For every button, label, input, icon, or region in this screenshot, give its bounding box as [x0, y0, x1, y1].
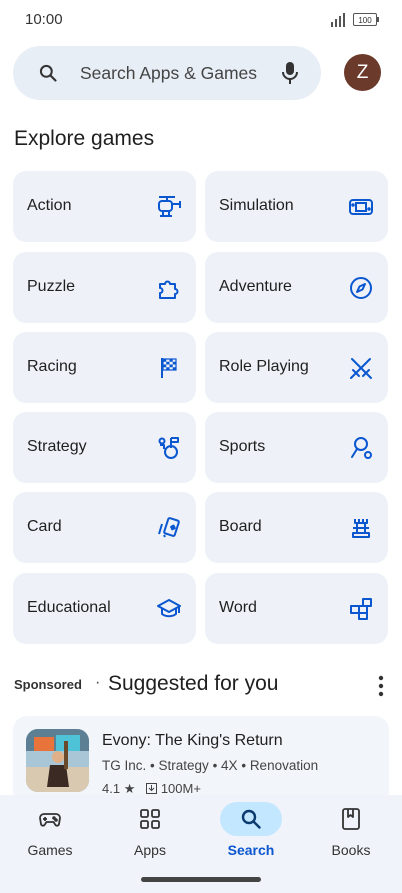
- download-icon: [146, 783, 158, 794]
- meta-separator: •: [150, 758, 159, 773]
- app-developer: TG Inc.: [102, 758, 147, 773]
- home-indicator[interactable]: [141, 877, 261, 882]
- category-tile-racing[interactable]: Racing: [13, 332, 196, 403]
- meta-separator: •: [241, 758, 250, 773]
- category-label: Strategy: [27, 438, 87, 455]
- helicopter-icon: [158, 196, 181, 217]
- signal-icon: [331, 13, 345, 27]
- puzzle-piece-icon: [159, 280, 179, 299]
- star-icon: ★: [123, 781, 136, 796]
- nav-item-books[interactable]: Books: [301, 795, 401, 875]
- sponsored-label: Sponsored: [14, 677, 82, 692]
- app-meta: TG Inc. • Strategy • 4X • Renovation: [102, 758, 318, 773]
- gamepad-console-icon: [349, 199, 373, 215]
- book-icon: [342, 808, 360, 830]
- golf-icon: [351, 437, 372, 459]
- crossed-swords-icon: [350, 358, 372, 379]
- nav-item-search[interactable]: Search: [201, 795, 301, 875]
- status-time: 10:00: [25, 11, 63, 28]
- nav-item-games[interactable]: Games: [0, 795, 100, 875]
- category-tile-board[interactable]: Board: [205, 492, 388, 563]
- app-rating: 4.1: [102, 781, 121, 796]
- chess-rook-icon: [352, 519, 370, 538]
- category-tile-sports[interactable]: Sports: [205, 412, 388, 483]
- nav-item-apps[interactable]: Apps: [100, 795, 200, 875]
- letter-tiles-icon: [350, 598, 372, 620]
- category-label: Sports: [219, 438, 266, 455]
- chess-piece-icon: [158, 437, 179, 459]
- category-label: Educational: [27, 599, 111, 616]
- separator-dot: ·: [95, 674, 101, 691]
- nav-label: Apps: [134, 842, 166, 858]
- app-tag: 4X: [221, 758, 238, 773]
- category-label: Action: [27, 197, 72, 214]
- category-label: Racing: [27, 358, 77, 375]
- app-tag: Strategy: [158, 758, 209, 773]
- category-tile-simulation[interactable]: Simulation: [205, 171, 388, 242]
- section-title: Explore games: [14, 127, 155, 150]
- meta-separator: •: [212, 758, 222, 773]
- gamepad-icon: [39, 813, 61, 827]
- battery-icon: 100: [353, 13, 379, 26]
- category-tile-puzzle[interactable]: Puzzle: [13, 252, 196, 323]
- category-tile-educational[interactable]: Educational: [13, 573, 196, 644]
- category-tile-adventure[interactable]: Adventure: [205, 252, 388, 323]
- section-title: Suggested for you: [108, 672, 279, 695]
- search-icon: [241, 809, 261, 829]
- category-label: Word: [219, 599, 257, 616]
- search-bar[interactable]: Search Apps & Games: [13, 46, 321, 100]
- search-input[interactable]: Search Apps & Games: [80, 63, 257, 84]
- playing-cards-icon: [158, 517, 180, 538]
- category-label: Adventure: [219, 278, 292, 295]
- compass-icon: [350, 277, 372, 299]
- category-label: Board: [219, 518, 262, 535]
- category-tile-card[interactable]: Card: [13, 492, 196, 563]
- app-icon: [26, 729, 89, 792]
- avatar[interactable]: Z: [344, 54, 381, 91]
- suggested-header: Sponsored · Suggested for you: [14, 672, 388, 700]
- category-label: Simulation: [219, 197, 294, 214]
- category-label: Role Playing: [219, 358, 309, 375]
- apps-grid-icon: [140, 809, 160, 829]
- app-card[interactable]: Evony: The King's Return TG Inc. • Strat…: [13, 716, 389, 806]
- app-name: Evony: The King's Return: [102, 732, 283, 749]
- checkered-flag-icon: [161, 358, 177, 378]
- category-label: Card: [27, 518, 62, 535]
- app-downloads: 100M+: [160, 781, 201, 796]
- category-tile-word[interactable]: Word: [205, 573, 388, 644]
- category-label: Puzzle: [27, 278, 76, 295]
- nav-label: Games: [27, 842, 73, 858]
- app-tag: Renovation: [249, 758, 319, 773]
- graduation-cap-icon: [157, 599, 181, 618]
- category-tile-action[interactable]: Action: [13, 171, 196, 242]
- search-icon: [39, 64, 57, 82]
- status-bar: 10:00 100: [0, 0, 402, 40]
- microphone-icon[interactable]: [280, 61, 300, 85]
- more-vert-icon[interactable]: [378, 674, 384, 698]
- nav-label: Search: [227, 842, 275, 858]
- nav-label: Books: [331, 842, 371, 858]
- category-tile-role-playing[interactable]: Role Playing: [205, 332, 388, 403]
- category-tile-strategy[interactable]: Strategy: [13, 412, 196, 483]
